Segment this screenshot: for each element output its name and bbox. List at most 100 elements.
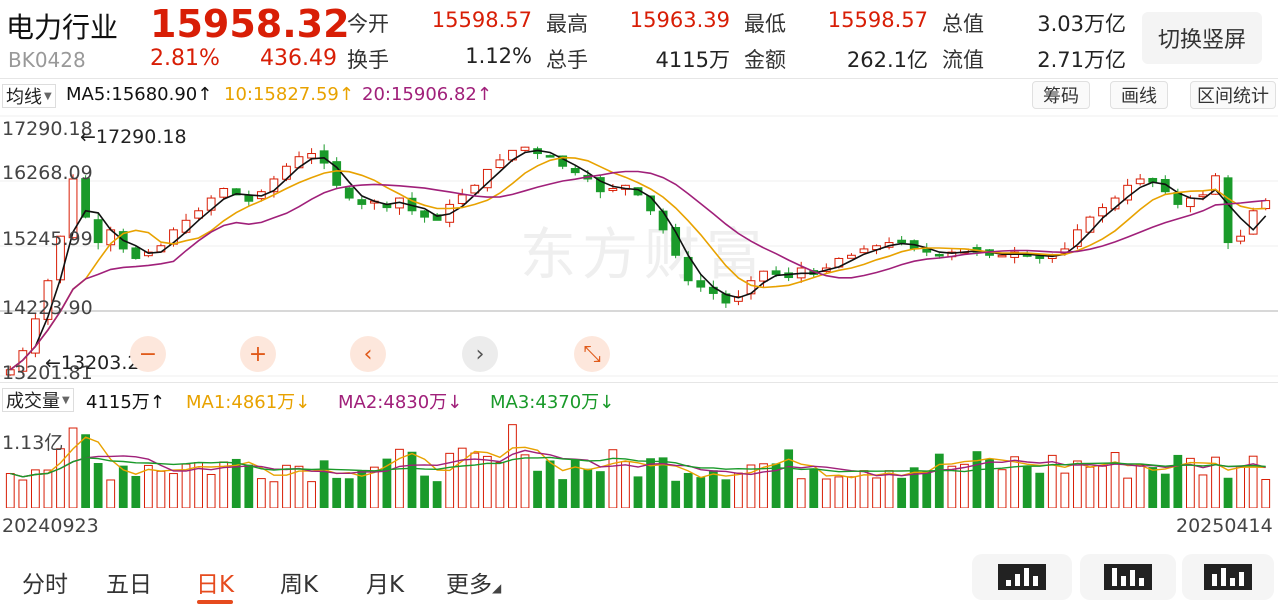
switch-portrait-button[interactable]: 切换竖屏	[1142, 12, 1262, 64]
candle-body	[1135, 178, 1145, 185]
candle-body	[307, 153, 316, 159]
candle-body	[520, 146, 530, 151]
tab-monthly-k[interactable]: 月K	[366, 565, 404, 599]
candle-body	[545, 155, 555, 158]
scroll-right-button[interactable]: ›	[462, 336, 498, 372]
indicator-pill-1[interactable]	[972, 554, 1072, 600]
candle-body	[244, 194, 254, 202]
indicator-pill-2[interactable]	[1080, 554, 1176, 600]
stat-value-low: 15598.57	[827, 8, 928, 32]
reset-zoom-button[interactable]: ⤡	[574, 336, 610, 372]
candle-body	[847, 254, 856, 259]
candle-body	[1236, 235, 1246, 242]
ma5-value: MA5:15680.90	[66, 84, 198, 105]
stat-value-total-value: 3.03万亿	[1037, 12, 1126, 36]
end-date-label: 20250414	[1176, 515, 1273, 537]
bar-icon	[998, 564, 1046, 590]
volume-bar	[872, 477, 881, 508]
volume-bar	[131, 475, 141, 508]
volume-bar	[520, 454, 530, 508]
volume-bar	[859, 470, 869, 508]
volume-bar	[1198, 474, 1208, 508]
candle-body	[997, 254, 1007, 258]
volume-bar	[1073, 460, 1082, 508]
active-tab-indicator	[197, 600, 233, 604]
stock-name: 电力行业	[6, 11, 119, 44]
ma20-line	[9, 170, 1266, 371]
ma1-value: MA1:4861万	[186, 392, 296, 413]
ma3-value: MA3:4370万	[490, 392, 600, 413]
ma3-readout: MA3:4370万↓	[490, 388, 614, 414]
volume-bar	[118, 465, 128, 508]
volume-bar	[319, 460, 329, 508]
volume-arrow-icon: ↑	[149, 392, 165, 413]
candle-body	[608, 188, 618, 191]
tab-weekly-k[interactable]: 周K	[280, 565, 318, 599]
ma5-arrow-icon: ↑	[197, 84, 213, 105]
scroll-left-button[interactable]: ‹	[350, 336, 386, 372]
volume-bar	[1110, 452, 1120, 508]
indicator-pill-3[interactable]	[1182, 554, 1274, 600]
stat-value-high: 15963.39	[629, 8, 730, 32]
volume-bar	[934, 453, 944, 508]
tab-daily-k[interactable]: 日K	[196, 565, 234, 599]
zoom-in-button[interactable]: +	[240, 336, 276, 372]
tab-intraday[interactable]: 分时	[22, 565, 68, 599]
volume-bar	[897, 477, 907, 508]
ma1-readout: MA1:4861万↓	[186, 388, 310, 414]
volume-bar	[156, 470, 166, 508]
volume-readout: 4115万↑	[86, 388, 165, 414]
volume-bar	[169, 473, 178, 508]
volume-bar	[558, 479, 568, 508]
range-stats-button[interactable]: 区间统计	[1190, 81, 1276, 109]
candlestick-chart[interactable]	[0, 110, 1278, 382]
volume-bar	[997, 469, 1007, 508]
volume-bar	[1261, 478, 1271, 508]
volume-bar	[671, 480, 681, 508]
candle-body	[934, 253, 944, 257]
stat-label-turnover: 换手	[347, 48, 389, 72]
volume-bar	[256, 478, 266, 508]
change-percent: 2.81%	[150, 46, 220, 71]
volume-chart[interactable]	[0, 412, 1278, 508]
volume-bar	[621, 461, 630, 508]
candle-body	[922, 248, 932, 253]
volume-bar	[18, 479, 28, 508]
volume-bar	[708, 470, 718, 508]
volume-bar	[922, 470, 932, 508]
ma3-arrow-icon: ↓	[599, 392, 615, 413]
stat-label-high: 最高	[546, 12, 588, 36]
volume-bar	[508, 424, 517, 508]
price-axis-label-3: 15245.99	[2, 228, 93, 250]
volume-bar	[1035, 472, 1045, 508]
ma10-value: 10:15827.59	[224, 84, 339, 105]
ma20-readout: 20:15906.82↑	[362, 84, 492, 105]
ma10-arrow-icon: ↑	[338, 84, 354, 105]
volume-selector-label: 成交量	[6, 391, 60, 412]
tab-more[interactable]: 更多◢	[446, 565, 501, 599]
volume-bar	[847, 476, 856, 508]
ma-selector[interactable]: 均线 ▼	[2, 84, 56, 108]
volume-bar	[1085, 466, 1095, 508]
ma20-arrow-icon: ↑	[476, 84, 492, 105]
ma2-arrow-icon: ↓	[447, 392, 463, 413]
volume-bar	[696, 477, 706, 508]
volume-bar	[1123, 477, 1133, 508]
volume-bar	[583, 468, 593, 508]
start-date-label: 20240923	[2, 515, 99, 537]
volume-bar	[721, 479, 731, 508]
chips-button[interactable]: 筹码	[1032, 81, 1090, 109]
volume-axis-label: 1.13亿	[2, 432, 64, 454]
draw-line-button[interactable]: 画线	[1110, 81, 1168, 109]
tab-five-day[interactable]: 五日	[106, 565, 152, 599]
volume-bar	[1022, 465, 1032, 508]
volume-bar	[1236, 465, 1246, 508]
volume-bar	[734, 472, 743, 508]
ma1-arrow-icon: ↓	[295, 392, 311, 413]
volume-bar	[43, 469, 53, 508]
zoom-out-button[interactable]: −	[130, 336, 166, 372]
volume-selector[interactable]: 成交量 ▼	[2, 388, 74, 412]
volume-bar	[1223, 477, 1233, 508]
volume-bar	[307, 481, 316, 508]
stat-value-amount: 262.1亿	[846, 48, 928, 72]
